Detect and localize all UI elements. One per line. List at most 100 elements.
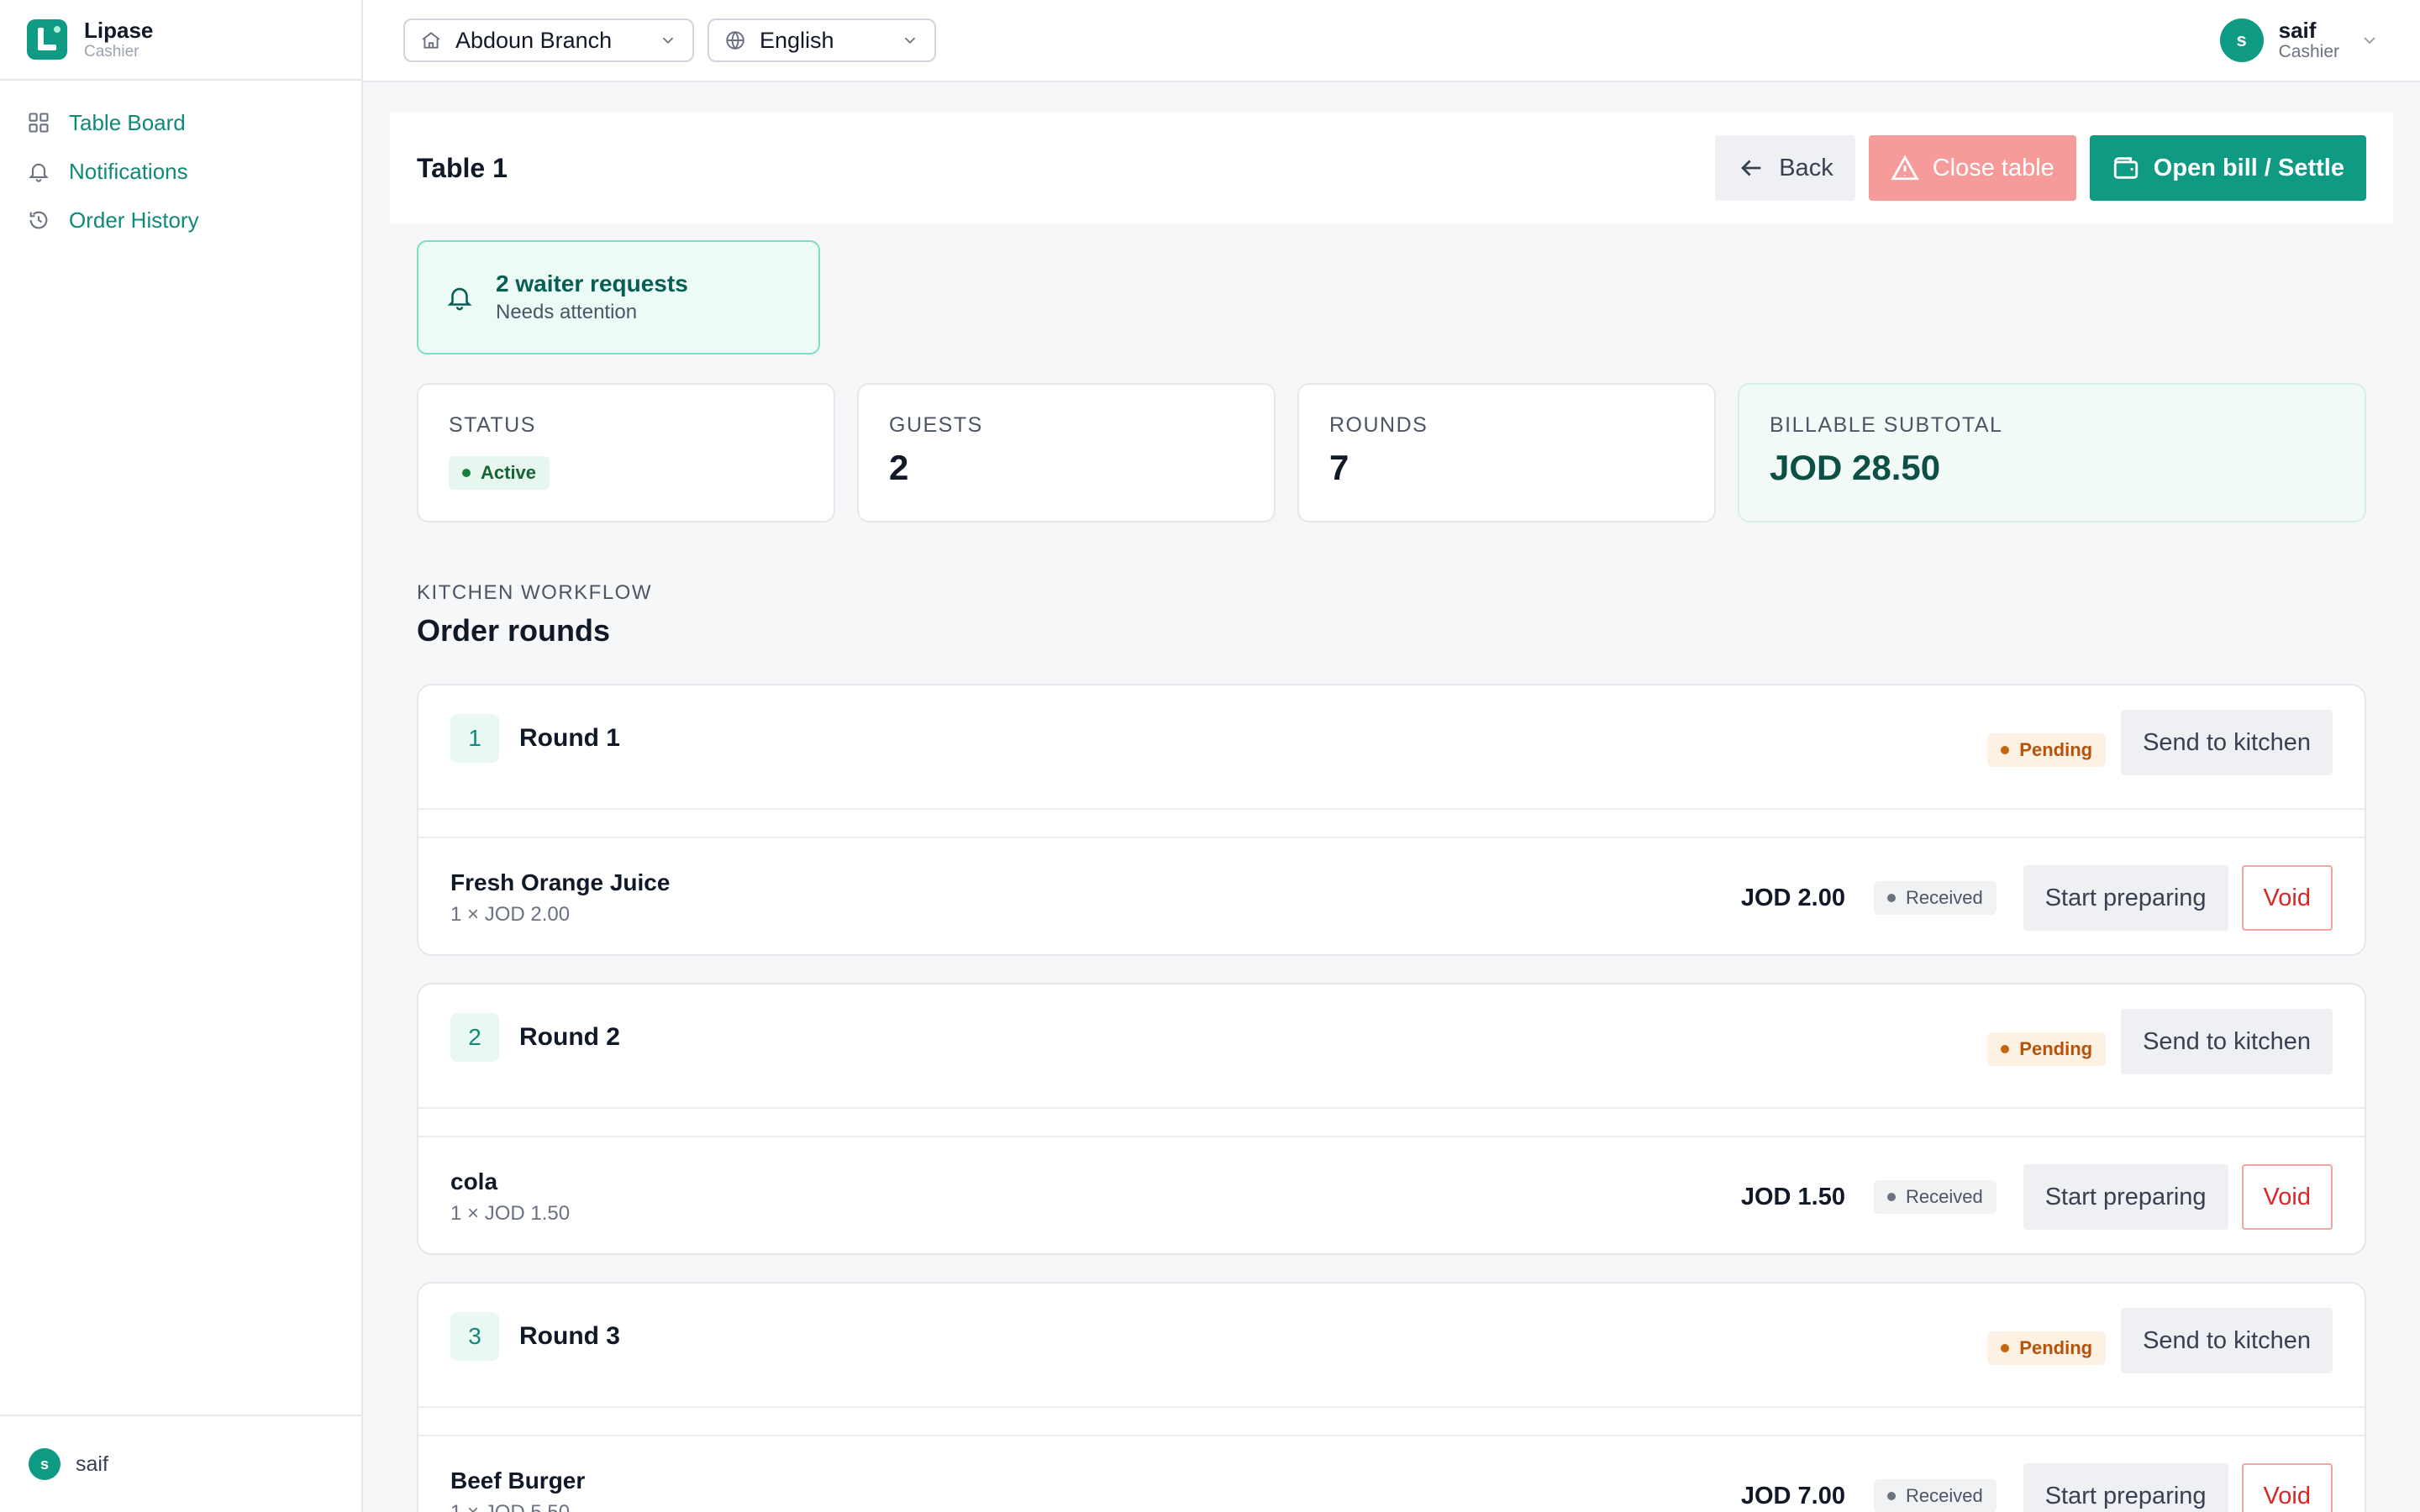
round-status-label: Pending — [2019, 739, 2093, 760]
send-to-kitchen-button[interactable]: Send to kitchen — [2121, 710, 2333, 775]
send-to-kitchen-button[interactable]: Send to kitchen — [2121, 1009, 2333, 1074]
rounds-card: ROUNDS 7 — [1297, 383, 1716, 522]
round-header: 3 Round 3 Pending Send to kitchen — [418, 1284, 2365, 1406]
round-status-label: Pending — [2019, 1038, 2093, 1059]
round-card: 1 Round 1 Pending Send to kitchen Fresh … — [417, 684, 2366, 956]
alert-subtitle: Needs attention — [496, 301, 638, 323]
brand-role: Cashier — [84, 43, 139, 60]
item-name: cola — [450, 1168, 498, 1194]
status-dot-icon — [462, 469, 471, 477]
round-actions: Pending Send to kitchen — [1987, 1308, 2333, 1373]
sidebar-item-table-board[interactable]: Table Board — [27, 106, 334, 139]
building-icon — [422, 32, 440, 49]
brand-name: Lipase — [84, 18, 154, 43]
received-dot-icon — [1887, 1492, 1896, 1500]
open-bill-button[interactable]: Open bill / Settle — [2089, 135, 2366, 201]
page-header: Table 1 Back Close table Open bill / Set… — [390, 113, 2393, 223]
list-item: Fresh Orange Juice 1 × JOD 2.00 JOD 2.00… — [418, 838, 2365, 954]
round-actions: Pending Send to kitchen — [1987, 710, 2333, 775]
sidebar-user[interactable]: s saif — [0, 1415, 361, 1512]
user-menu[interactable]: s saif Cashier — [2219, 18, 2380, 62]
list-item: Beef Burger 1 × JOD 5.50 JOD 7.00 Receiv… — [418, 1436, 2365, 1512]
branch-select[interactable]: Abdoun Branch — [403, 18, 694, 62]
round-status-label: Pending — [2019, 1337, 2093, 1358]
list-item: cola 1 × JOD 1.50 JOD 1.50 Received Star… — [418, 1137, 2365, 1253]
user-name: saif — [2278, 18, 2317, 43]
alert-title: 2 waiter requests — [496, 270, 688, 297]
round-card: 2 Round 2 Pending Send to kitchen cola 1… — [417, 983, 2366, 1255]
close-table-button[interactable]: Close table — [1868, 135, 2076, 201]
item-status-badge: Received — [1874, 881, 1996, 915]
chevron-down-icon — [904, 37, 916, 45]
item-quantity-price: 1 × JOD 5.50 — [450, 1498, 585, 1512]
back-button[interactable]: Back — [1715, 135, 1855, 201]
subtotal-value: JOD 28.50 — [1770, 448, 1941, 487]
history-icon — [29, 211, 48, 229]
received-dot-icon — [1887, 894, 1896, 902]
brand: Lipase Cashier — [0, 0, 361, 81]
warning-icon — [1891, 155, 1919, 181]
item-name: Fresh Orange Juice — [450, 869, 671, 895]
grid-icon — [29, 113, 49, 133]
item-status-badge: Received — [1874, 1479, 1996, 1512]
main: Table 1 Back Close table Open bill / Set… — [363, 82, 2420, 1512]
start-preparing-button[interactable]: Start preparing — [2023, 1164, 2228, 1230]
round-status-badge: Pending — [1987, 1331, 2107, 1365]
arrow-left-icon — [1741, 160, 1761, 176]
item-status-label: Received — [1906, 1485, 1983, 1506]
sidebar-item-order-history[interactable]: Order History — [27, 203, 334, 237]
section-label: KITCHEN WORKFLOW — [417, 581, 652, 604]
header-actions: Back Close table Open bill / Settle — [1715, 135, 2366, 201]
rounds-label: ROUNDS — [1329, 413, 1428, 437]
item-total: JOD 7.00 — [1740, 1482, 1845, 1509]
item-actions: JOD 2.00 Received Start preparing Void — [1741, 865, 2333, 931]
page-title: Table 1 — [417, 152, 508, 183]
round-name: Round 1 — [519, 724, 620, 752]
chevron-down-icon — [662, 37, 674, 45]
pending-dot-icon — [2001, 1045, 2010, 1053]
round-card: 3 Round 3 Pending Send to kitchen Beef B… — [417, 1282, 2366, 1512]
branch-select-value: Abdoun Branch — [455, 27, 613, 53]
sidebar-item-notifications[interactable]: Notifications — [27, 155, 334, 188]
void-button[interactable]: Void — [2241, 865, 2333, 931]
subtotal-label: BILLABLE SUBTOTAL — [1770, 413, 2003, 437]
globe-icon — [726, 31, 744, 50]
send-to-kitchen-button[interactable]: Send to kitchen — [2121, 1308, 2333, 1373]
language-select[interactable]: English — [708, 18, 936, 62]
round-number: 1 — [450, 714, 499, 763]
round-name: Round 3 — [519, 1322, 620, 1350]
item-name: Beef Burger — [450, 1467, 586, 1494]
user-role: Cashier — [2278, 42, 2339, 61]
round-number: 2 — [450, 1013, 499, 1062]
close-table-button-label: Close table — [1932, 154, 2054, 181]
topbar: Abdoun Branch English s saif Cashier — [363, 0, 2420, 82]
bell-icon — [447, 287, 472, 311]
item-quantity-price: 1 × JOD 2.00 — [450, 903, 571, 926]
guests-label: GUESTS — [889, 413, 983, 437]
back-button-label: Back — [1779, 154, 1833, 181]
void-button[interactable]: Void — [2241, 1463, 2333, 1512]
status-label: STATUS — [449, 413, 536, 437]
sidebar-item-label: Notifications — [69, 158, 188, 184]
sidebar-item-label: Table Board — [69, 109, 186, 135]
status-badge-label: Active — [481, 462, 537, 483]
round-header: 2 Round 2 Pending Send to kitchen — [418, 984, 2365, 1107]
start-preparing-button[interactable]: Start preparing — [2023, 865, 2228, 931]
sidebar-nav: Table Board Notifications Order History — [0, 81, 361, 262]
start-preparing-button[interactable]: Start preparing — [2023, 1463, 2228, 1512]
round-header: 1 Round 1 Pending Send to kitchen — [418, 685, 2365, 808]
item-total: JOD 2.00 — [1740, 884, 1845, 911]
open-bill-button-label: Open bill / Settle — [2153, 154, 2344, 181]
app: Lipase Cashier Table Board Notifications — [0, 0, 2420, 1512]
pending-dot-icon — [2001, 746, 2010, 754]
sidebar-user-name: saif — [76, 1452, 108, 1476]
table-stats: STATUS Active GUESTS 2 ROUNDS 7 BILLABLE… — [417, 383, 2366, 522]
avatar: s — [29, 1448, 60, 1480]
round-actions: Pending Send to kitchen — [1987, 1009, 2333, 1074]
item-status-label: Received — [1906, 887, 1983, 908]
waiter-requests-alert[interactable]: 2 waiter requests Needs attention — [417, 240, 820, 354]
void-button[interactable]: Void — [2241, 1164, 2333, 1230]
item-actions: JOD 7.00 Received Start preparing Void — [1741, 1463, 2333, 1512]
rounds-value: 7 — [1329, 448, 1349, 487]
language-select-value: English — [760, 27, 834, 53]
